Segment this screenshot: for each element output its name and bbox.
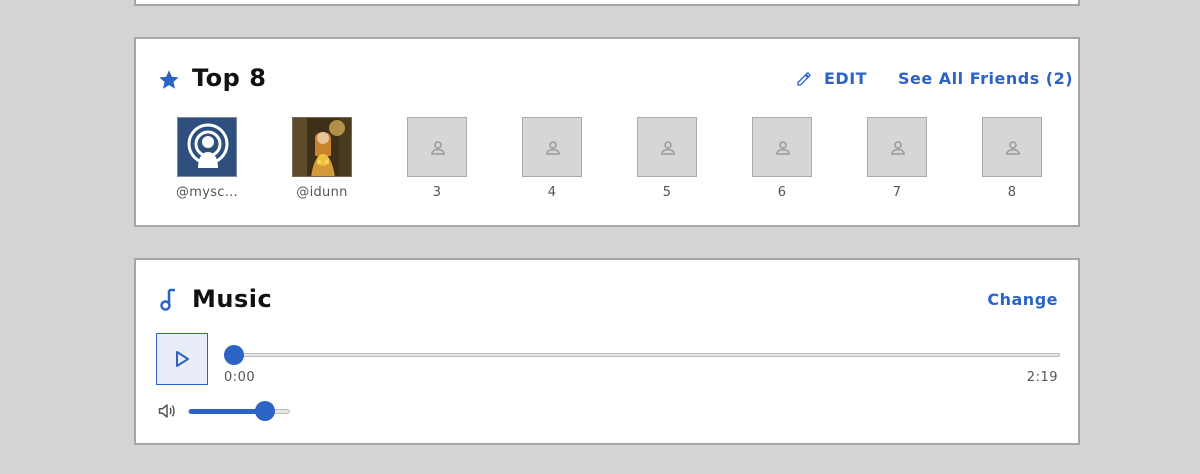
- play-button[interactable]: [156, 333, 208, 385]
- friend-slot-2[interactable]: @idunn: [272, 117, 372, 200]
- previous-card: [134, 0, 1080, 6]
- person-icon: [776, 141, 790, 155]
- friend-avatar-placeholder: [982, 117, 1042, 177]
- friend-slot-4[interactable]: 4: [502, 117, 602, 200]
- friend-label: 6: [777, 185, 787, 200]
- change-music-link[interactable]: Change: [987, 290, 1058, 309]
- pencil-icon: [797, 71, 811, 86]
- friend-avatar-placeholder: [407, 117, 467, 177]
- progress-knob[interactable]: [224, 345, 244, 365]
- person-icon: [1006, 141, 1020, 155]
- friend-avatar-placeholder: [637, 117, 697, 177]
- duration-time: 2:19: [1026, 370, 1058, 385]
- friend-slot-7[interactable]: 7: [847, 117, 947, 200]
- see-all-friends-link[interactable]: See All Friends (2): [898, 69, 1073, 88]
- friend-slot-5[interactable]: 5: [617, 117, 717, 200]
- friend-label: 3: [432, 185, 442, 200]
- volume-knob[interactable]: [254, 401, 275, 421]
- friend-avatar-placeholder: [522, 117, 582, 177]
- star-icon: [159, 70, 179, 89]
- top8-title: Top 8: [192, 64, 267, 92]
- play-icon: [176, 351, 189, 367]
- volume-icon[interactable]: [158, 403, 176, 419]
- person-icon: [431, 141, 445, 155]
- top8-card: Top 8 EDIT See All Friends (2) @mysc… @i…: [134, 37, 1080, 227]
- music-note-icon: [160, 288, 175, 311]
- edit-button[interactable]: EDIT: [796, 69, 867, 88]
- woman-portrait-image: [293, 118, 351, 176]
- edit-label: EDIT: [824, 69, 868, 88]
- friend-slot-1[interactable]: @mysc…: [157, 117, 257, 200]
- music-card: Music Change 0:00 2:19: [134, 258, 1080, 445]
- current-time: 0:00: [224, 370, 256, 385]
- person-icon: [661, 141, 675, 155]
- music-title: Music: [192, 285, 273, 313]
- friend-avatar: [177, 117, 237, 177]
- friend-label: @mysc…: [175, 185, 239, 200]
- friend-avatar: [292, 117, 352, 177]
- progress-track[interactable]: [234, 353, 1060, 357]
- friend-label: 5: [662, 185, 672, 200]
- podcast-icon: [187, 123, 229, 168]
- friend-slot-8[interactable]: 8: [962, 117, 1062, 200]
- friend-label: 7: [892, 185, 902, 200]
- volume-track[interactable]: [188, 409, 290, 414]
- friend-slot-6[interactable]: 6: [732, 117, 832, 200]
- friend-label: 8: [1007, 185, 1017, 200]
- friend-slot-3[interactable]: 3: [387, 117, 487, 200]
- person-icon: [891, 141, 905, 155]
- person-icon: [546, 141, 560, 155]
- friend-avatar-placeholder: [867, 117, 927, 177]
- friend-label: 4: [547, 185, 557, 200]
- friend-avatar-placeholder: [752, 117, 812, 177]
- friend-label: @idunn: [296, 185, 348, 200]
